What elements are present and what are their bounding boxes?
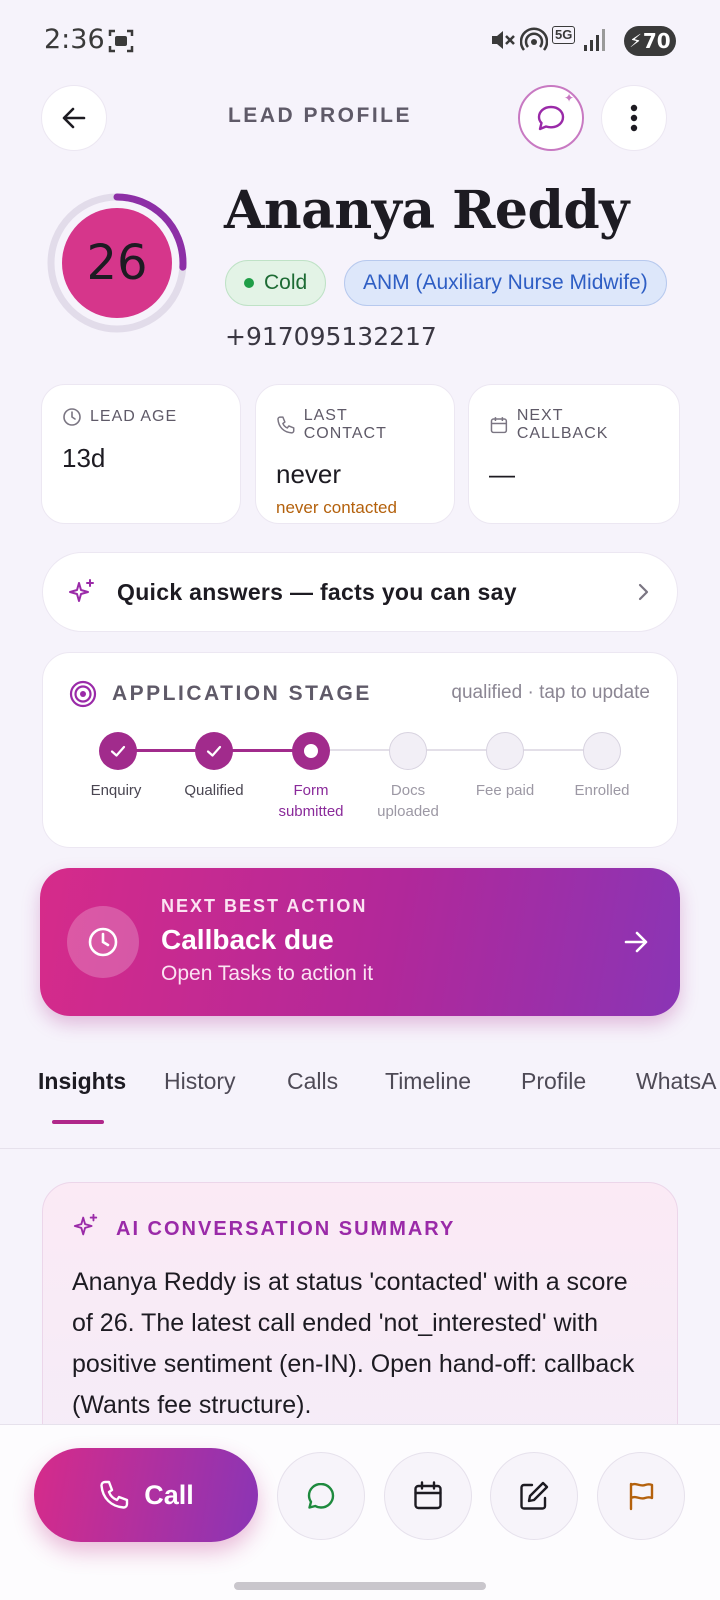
network-type-badge: 5G xyxy=(552,26,576,44)
status-time: 2:36 xyxy=(44,24,105,55)
stat-label-row: LEAD AGE xyxy=(62,407,220,427)
stat-card-next-callback: NEXT CALLBACK — xyxy=(468,384,680,524)
status-dot-icon xyxy=(244,278,254,288)
chat-button[interactable]: ✦ xyxy=(518,85,584,151)
message-circle-icon xyxy=(307,1482,335,1509)
stage-step-enquiry[interactable] xyxy=(99,732,137,770)
status-bar: 2:36 5G ⚡ 70 xyxy=(0,0,720,84)
stage-step-label: Enquiry xyxy=(90,782,142,799)
tab-insights[interactable]: Insights xyxy=(38,1068,126,1095)
course-label: ANM (Auxiliary Nurse Midwife) xyxy=(363,271,648,294)
whatsapp-button[interactable] xyxy=(277,1452,365,1540)
stat-card-lead-age: LEAD AGE 13d xyxy=(41,384,241,524)
battery-indicator: ⚡ 70 xyxy=(624,26,676,56)
more-options-button[interactable] xyxy=(601,85,667,151)
tab-profile[interactable]: Profile xyxy=(521,1068,586,1095)
active-tab-indicator xyxy=(52,1120,104,1124)
temperature-chip[interactable]: Cold xyxy=(225,260,327,306)
stage-step-label: Fee paid xyxy=(475,782,535,799)
home-indicator xyxy=(234,1582,486,1590)
stage-status: qualified · tap to update xyxy=(451,682,650,703)
clock-icon xyxy=(63,408,81,426)
flag-button[interactable] xyxy=(597,1452,685,1540)
back-button[interactable] xyxy=(41,85,107,151)
check-icon xyxy=(110,745,126,757)
screen-record-icon xyxy=(108,29,134,53)
temperature-label: Cold xyxy=(264,271,308,294)
signal-icon xyxy=(584,29,605,51)
edit-button[interactable] xyxy=(490,1452,578,1540)
stage-step-fee-paid[interactable] xyxy=(486,732,524,770)
quick-answers-button[interactable]: Quick answers — facts you can say xyxy=(42,552,678,632)
stat-label: LAST CONTACT xyxy=(303,407,387,442)
tab-whatsapp[interactable]: WhatsA xyxy=(636,1068,720,1095)
stat-value: — xyxy=(489,459,515,489)
stage-remaining-line xyxy=(312,749,602,751)
stat-value: never xyxy=(276,459,342,489)
ai-summary-body: Ananya Reddy is at status 'contacted' wi… xyxy=(72,1268,635,1419)
chevron-right-icon xyxy=(638,583,649,601)
phone-icon xyxy=(100,1480,129,1509)
ai-summary-title: AI CONVERSATION SUMMARY xyxy=(116,1218,456,1240)
tab-timeline[interactable]: Timeline xyxy=(385,1068,471,1095)
stat-label: NEXT CALLBACK xyxy=(516,407,609,442)
nba-title: Callback due xyxy=(161,924,334,955)
stage-step-enrolled[interactable] xyxy=(583,732,621,770)
stage-step-label: Enrolled xyxy=(574,782,630,799)
schedule-button[interactable] xyxy=(384,1452,472,1540)
arrow-right-icon xyxy=(624,931,648,953)
stage-title: APPLICATION STAGE xyxy=(112,682,372,705)
tab-history[interactable]: History xyxy=(164,1068,236,1095)
course-chip[interactable]: ANM (Auxiliary Nurse Midwife) xyxy=(344,260,667,306)
stage-step-qualified[interactable] xyxy=(195,732,233,770)
mute-icon xyxy=(492,31,515,49)
quick-answers-label: Quick answers — facts you can say xyxy=(117,578,517,605)
stat-card-last-contact: LAST CONTACT never never contacted xyxy=(255,384,455,524)
flag-icon xyxy=(629,1482,654,1511)
tab-divider xyxy=(0,1148,720,1149)
check-icon xyxy=(206,745,222,757)
stage-step-docs-uploaded[interactable] xyxy=(389,732,427,770)
sparkles-icon xyxy=(73,1213,98,1236)
stage-step-label: Form submitted xyxy=(278,782,344,820)
sparkles-icon xyxy=(69,579,94,602)
more-vertical-icon xyxy=(630,104,638,132)
stage-step-label: Qualified xyxy=(184,782,244,799)
sparkle-icon: ✦ xyxy=(564,91,575,105)
stage-step-form-submitted[interactable] xyxy=(292,732,330,770)
stat-label-row: NEXT CALLBACK xyxy=(489,407,659,443)
charging-bolt-icon: ⚡ xyxy=(629,30,642,52)
calendar-icon xyxy=(414,1481,442,1510)
stat-label-row: LAST CONTACT xyxy=(276,407,434,443)
target-icon xyxy=(69,680,97,708)
hotspot-icon xyxy=(520,27,548,51)
lead-phone: +917095132217 xyxy=(225,322,437,351)
lead-score: 26 xyxy=(62,208,172,318)
battery-level: 70 xyxy=(642,29,671,53)
phone-icon xyxy=(277,416,295,434)
call-button-label: Call xyxy=(144,1479,194,1510)
stage-step-label: Docs uploaded xyxy=(377,782,439,820)
current-step-dot-icon xyxy=(304,744,318,758)
stat-value: 13d xyxy=(62,443,106,473)
nba-subtitle: Open Tasks to action it xyxy=(161,962,374,985)
stat-label: LEAD AGE xyxy=(90,408,178,425)
page-title: LEAD PROFILE xyxy=(227,104,412,127)
calendar-icon xyxy=(490,417,508,434)
call-button[interactable]: Call xyxy=(34,1448,258,1542)
nba-kicker: NEXT BEST ACTION xyxy=(161,896,368,916)
lead-name: Ananya Reddy xyxy=(224,180,629,241)
chat-bubble-icon xyxy=(537,105,565,131)
tab-calls[interactable]: Calls xyxy=(287,1068,338,1095)
nba-icon-badge xyxy=(67,906,139,978)
edit-icon xyxy=(520,1481,549,1510)
clock-icon xyxy=(88,927,118,957)
stat-subtext: never contacted xyxy=(276,498,397,517)
arrow-left-icon xyxy=(62,107,86,129)
